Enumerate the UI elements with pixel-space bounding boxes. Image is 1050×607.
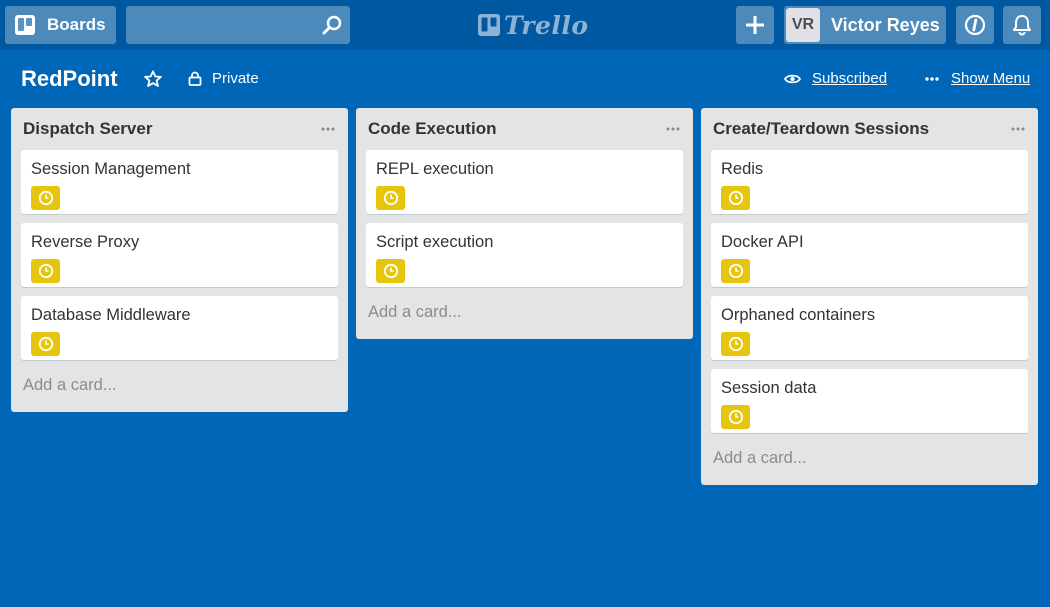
card-title: Orphaned containers [721,306,876,324]
due-date-badge [31,186,60,210]
clock-icon [38,336,53,352]
card[interactable]: Script execution [366,223,683,287]
show-menu-button[interactable]: Show Menu [925,70,1030,87]
card-title: Session data [721,379,817,397]
list-menu-button[interactable] [1008,119,1028,139]
show-menu-label: Show Menu [951,70,1031,87]
subscribed-button[interactable]: Subscribed [784,70,887,87]
add-button[interactable] [736,6,774,44]
more-icon [321,127,335,131]
list-header: Dispatch Server [21,108,338,150]
card[interactable]: Orphaned containers [711,296,1028,360]
visibility-button[interactable]: Private [188,70,259,87]
list-title[interactable]: Create/Teardown Sessions [713,119,929,139]
clock-icon [728,409,743,425]
due-date-badge [376,186,405,210]
more-icon [1011,127,1025,131]
user-name: Victor Reyes [831,14,940,35]
plus-icon [746,16,764,34]
clock-icon [383,263,398,279]
search-box[interactable] [126,6,350,46]
list-create-teardown-sessions: Create/Teardown Sessions Redis Docker AP… [701,108,1038,485]
lock-icon [188,71,202,86]
card-title: Reverse Proxy [31,233,140,251]
add-card-button[interactable]: Add a card... [366,293,683,331]
list-menu-button[interactable] [663,119,683,139]
list-header: Create/Teardown Sessions [711,108,1028,150]
card-title: REPL execution [376,160,494,178]
member-menu-button[interactable]: VR Victor Reyes [784,6,946,44]
card-title: Script execution [376,233,494,251]
due-date-badge [721,186,750,210]
trello-logo[interactable]: Trello [478,10,589,40]
due-date-badge [376,259,405,283]
info-icon [964,14,986,36]
card-title: Docker API [721,233,804,251]
info-button[interactable] [956,6,994,44]
card[interactable]: Session Management [21,150,338,214]
avatar: VR [786,8,820,42]
due-date-badge [31,259,60,283]
card-title: Session Management [31,160,191,178]
due-date-badge [31,332,60,356]
card[interactable]: Database Middleware [21,296,338,360]
due-date-badge [721,259,750,283]
due-date-badge [721,405,750,429]
list-menu-button[interactable] [318,119,338,139]
card[interactable]: Docker API [711,223,1028,287]
search-input[interactable] [126,6,328,46]
list-dispatch-server: Dispatch Server Session Management Rever… [11,108,348,412]
list-title[interactable]: Dispatch Server [23,119,152,139]
notifications-button[interactable] [1003,6,1041,44]
trello-logo-icon [478,14,500,36]
card-title: Redis [721,160,764,178]
card-title: Database Middleware [31,306,191,324]
star-icon [144,70,162,87]
card[interactable]: Redis [711,150,1028,214]
add-card-button[interactable]: Add a card... [21,366,338,404]
bell-icon [1013,15,1031,36]
more-icon [666,127,680,131]
logo-text: Trello [504,10,589,40]
boards-label: Boards [47,15,106,34]
list-code-execution: Code Execution REPL execution Script exe… [356,108,693,339]
star-board-button[interactable] [144,70,162,93]
card[interactable]: Reverse Proxy [21,223,338,287]
top-header: Boards Trello VR Victor Reyes [0,0,1050,50]
list-title[interactable]: Code Execution [368,119,496,139]
list-header: Code Execution [366,108,683,150]
visibility-label: Private [212,70,259,87]
subscribed-label: Subscribed [812,70,888,87]
add-card-button[interactable]: Add a card... [711,439,1028,477]
clock-icon [383,190,398,206]
clock-icon [38,263,53,279]
boards-icon [15,15,35,35]
eye-icon [784,74,801,83]
due-date-badge [721,332,750,356]
board-title[interactable]: RedPoint [21,66,118,92]
clock-icon [728,336,743,352]
more-icon [925,76,939,81]
clock-icon [728,190,743,206]
clock-icon [728,263,743,279]
boards-button[interactable]: Boards [5,6,116,44]
clock-icon [38,190,53,206]
card[interactable]: Session data [711,369,1028,433]
card[interactable]: REPL execution [366,150,683,214]
